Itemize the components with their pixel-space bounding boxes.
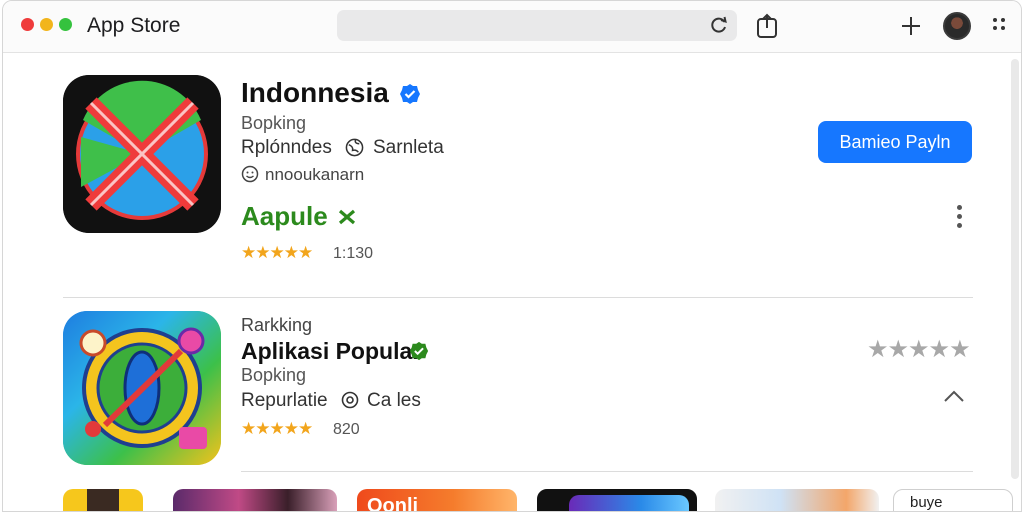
info-icon: [341, 391, 359, 409]
app-name[interactable]: Aplikasi Popular: [241, 338, 421, 365]
plus-icon[interactable]: [899, 14, 923, 38]
featured-thumbnail-image: [569, 495, 689, 511]
window-title: App Store: [87, 14, 181, 37]
more-options-icon[interactable]: [957, 205, 962, 228]
reload-icon[interactable]: [709, 15, 729, 35]
app-category: Sarnleta: [373, 137, 444, 158]
rate-stars[interactable]: ★★★★★: [867, 335, 971, 364]
rating-count: 1:130: [333, 245, 374, 262]
star-rating: ★★★★★: [241, 243, 313, 262]
featured-label: Oonli: [367, 495, 419, 512]
featured-thumbnail[interactable]: [715, 489, 879, 511]
app-category: Ca les: [367, 390, 421, 411]
share-icon[interactable]: [755, 13, 779, 39]
age-rating-icon: [241, 165, 259, 183]
zoom-window-button[interactable]: [59, 18, 72, 31]
rating-count: 820: [333, 421, 360, 438]
app-developer[interactable]: Rplónndes: [241, 137, 332, 159]
featured-thumbnail[interactable]: buye: [893, 489, 1013, 511]
search-input[interactable]: [337, 10, 737, 41]
verified-badge-icon: [400, 84, 420, 104]
app-subtitle: Bopking: [241, 365, 307, 385]
scrollbar[interactable]: [1009, 59, 1021, 511]
scrollbar-thumb[interactable]: [1011, 59, 1019, 479]
featured-thumbnail[interactable]: [173, 489, 337, 511]
close-window-button[interactable]: [21, 18, 34, 31]
featured-thumbnail[interactable]: [537, 489, 697, 511]
app-meta: nnooukanarn: [265, 165, 365, 184]
app-name[interactable]: Indonnesia: [241, 77, 389, 109]
app-developer[interactable]: Repurlatie: [241, 390, 328, 412]
star-rating: ★★★★★: [241, 419, 313, 438]
featured-thumbnail[interactable]: Oonli: [357, 489, 517, 512]
app-icon[interactable]: [63, 311, 221, 465]
globe-icon: [345, 138, 364, 157]
get-button[interactable]: Bamieo Payln: [818, 121, 972, 163]
app-subtitle: Bopking: [241, 113, 307, 133]
avatar[interactable]: [943, 12, 971, 40]
app-price: Aapule: [241, 201, 328, 231]
featured-thumbnail[interactable]: [63, 489, 143, 511]
window-controls: [21, 18, 72, 31]
divider: [63, 297, 973, 298]
title-bar: App Store: [3, 1, 1021, 53]
chevron-up-icon[interactable]: [943, 389, 965, 403]
app-icon[interactable]: [63, 75, 221, 233]
ranking-label: Rarkking: [241, 315, 313, 335]
verified-badge-icon: [409, 341, 429, 361]
cross-icon: [338, 209, 356, 225]
more-icon[interactable]: [993, 18, 1005, 30]
app-store-window: App Store Indonnesia Bopking Rplónndes S…: [2, 0, 1022, 512]
minimize-window-button[interactable]: [40, 18, 53, 31]
divider: [241, 471, 973, 472]
featured-label: buye: [910, 494, 943, 511]
